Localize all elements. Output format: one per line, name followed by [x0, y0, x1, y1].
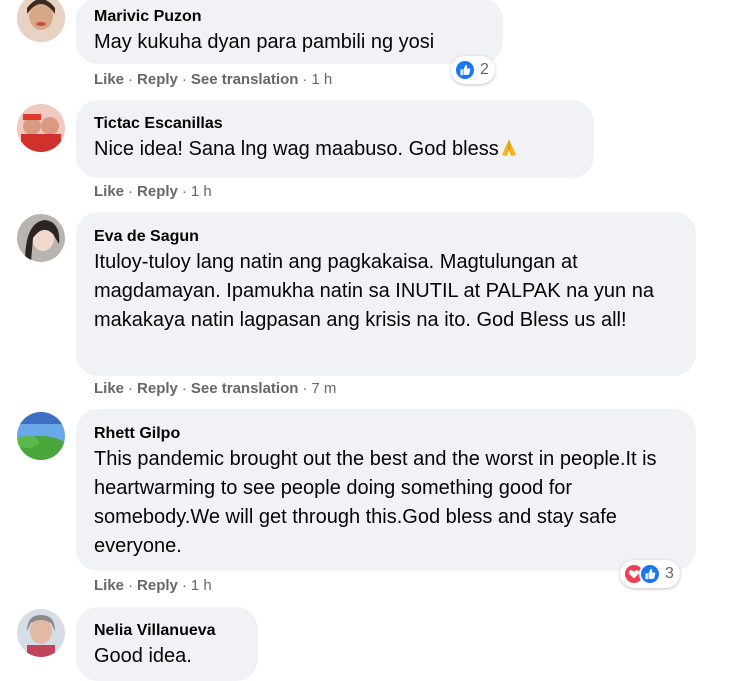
comment-bubble: Marivic Puzon May kukuha dyan para pambi…	[76, 0, 503, 64]
comment-time[interactable]: 1 h	[311, 71, 332, 88]
reply-link[interactable]: Reply	[137, 577, 178, 594]
reply-link[interactable]: Reply	[137, 380, 178, 397]
like-link[interactable]: Like	[94, 71, 124, 88]
see-translation-link[interactable]: See translation	[191, 71, 299, 88]
folded-hands-icon	[499, 138, 519, 167]
see-translation-link[interactable]: See translation	[191, 380, 299, 397]
reply-link[interactable]: Reply	[137, 183, 178, 200]
comment-actions: Like · Reply · 1 h	[94, 577, 212, 594]
avatar[interactable]	[17, 214, 65, 262]
avatar[interactable]	[17, 104, 65, 152]
comment-text: May kukuha dyan para pambili ng yosi	[94, 31, 435, 53]
avatar[interactable]	[17, 609, 65, 657]
comment-time[interactable]: 7 m	[311, 380, 336, 397]
avatar[interactable]	[17, 0, 65, 42]
reaction-summary[interactable]: 2	[451, 56, 495, 84]
like-icon	[639, 563, 661, 585]
avatar-photo-icon	[17, 0, 65, 42]
avatar-photo-icon	[17, 412, 65, 460]
like-link[interactable]: Like	[94, 577, 124, 594]
comment-text: This pandemic brought out the best and t…	[94, 448, 657, 557]
avatar[interactable]	[17, 412, 65, 460]
comment-actions: Like · Reply · See translation · 1 h	[94, 71, 333, 88]
avatar-photo-icon	[17, 609, 65, 657]
comment-bubble: Rhett Gilpo This pandemic brought out th…	[76, 409, 696, 571]
comment-author[interactable]: Eva de Sagun	[94, 227, 678, 247]
comment-author[interactable]: Marivic Puzon	[94, 7, 485, 27]
comment-bubble: Eva de Sagun Ituloy-tuloy lang natin ang…	[76, 212, 696, 376]
reaction-count: 3	[665, 565, 674, 582]
like-icon	[454, 59, 476, 81]
comment-actions: Like · Reply · See translation · 7 m	[94, 380, 337, 397]
reaction-count: 2	[480, 61, 489, 78]
comment-text: Nice idea! Sana lng wag maabuso. God ble…	[94, 135, 576, 167]
comment-text: Good idea.	[94, 645, 192, 667]
comment-text: Ituloy-tuloy lang natin ang pagkakaisa. …	[94, 251, 654, 331]
reaction-summary[interactable]: 3	[620, 560, 680, 588]
comment-author[interactable]: Nelia Villanueva	[94, 621, 240, 641]
like-link[interactable]: Like	[94, 183, 124, 200]
comment-author[interactable]: Rhett Gilpo	[94, 424, 678, 444]
comment-actions: Like · Reply · 1 h	[94, 183, 212, 200]
comment-bubble: Tictac Escanillas Nice idea! Sana lng wa…	[76, 100, 594, 178]
comment-time[interactable]: 1 h	[191, 577, 212, 594]
comment-author[interactable]: Tictac Escanillas	[94, 114, 576, 134]
avatar-photo-icon	[17, 214, 65, 262]
reply-link[interactable]: Reply	[137, 71, 178, 88]
comment-bubble: Nelia Villanueva Good idea.	[76, 607, 258, 681]
comment-time[interactable]: 1 h	[191, 183, 212, 200]
like-link[interactable]: Like	[94, 380, 124, 397]
avatar-photo-icon	[17, 104, 65, 152]
